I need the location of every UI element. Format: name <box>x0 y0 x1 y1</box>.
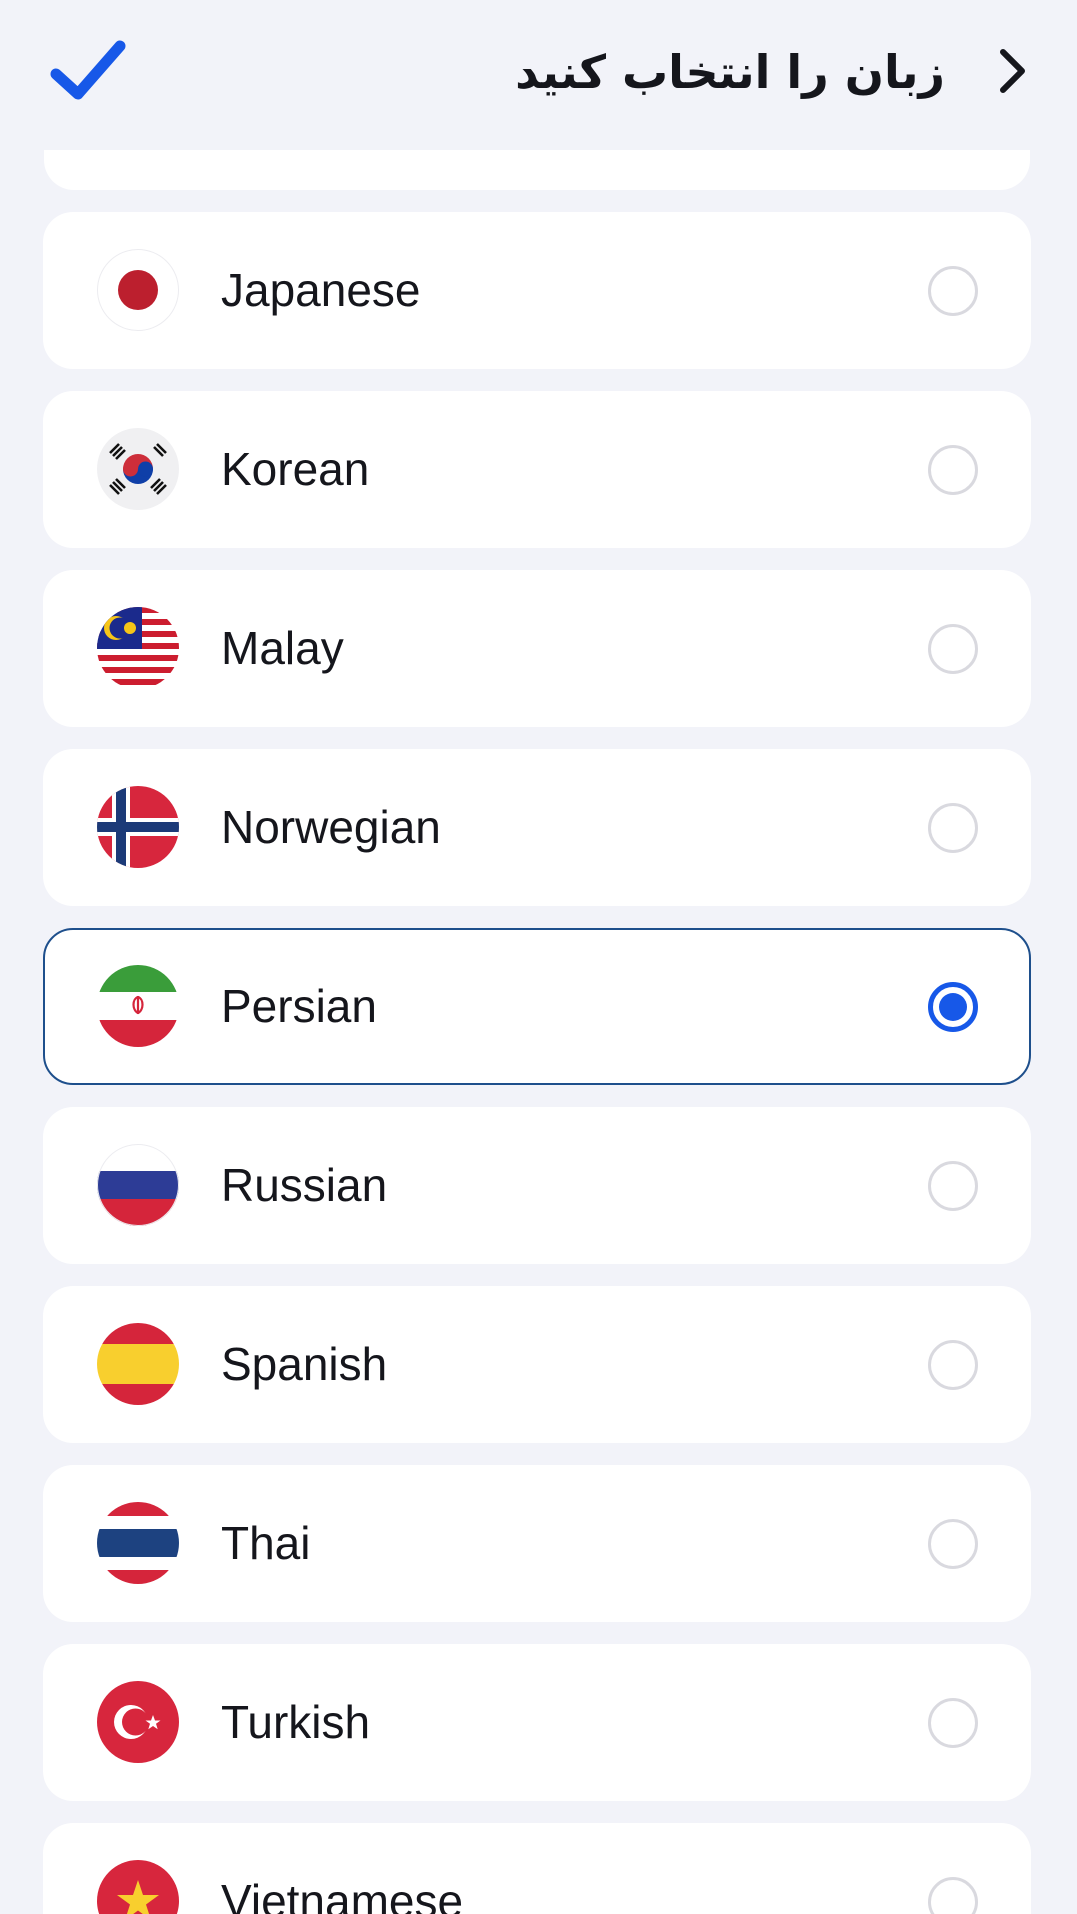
japan-flag-icon <box>97 249 179 331</box>
language-option-korean[interactable]: Korean <box>43 391 1031 548</box>
radio-button[interactable] <box>928 624 978 674</box>
language-option-malay[interactable]: Malay <box>43 570 1031 727</box>
radio-button[interactable] <box>928 266 978 316</box>
spain-flag-icon <box>97 1323 179 1405</box>
language-select-screen: زبان را انتخاب کنید Japanese Korean Mala… <box>0 0 1077 1914</box>
language-label: Malay <box>221 622 344 674</box>
thailand-flag-icon <box>97 1502 179 1584</box>
radio-button[interactable] <box>928 1698 978 1748</box>
language-option-turkish[interactable]: Turkish <box>43 1644 1031 1801</box>
language-label: Vietnamese <box>221 1875 464 1914</box>
radio-button[interactable] <box>928 803 978 853</box>
korea-flag-icon <box>97 428 179 510</box>
language-label: Russian <box>221 1159 388 1211</box>
language-label: Spanish <box>221 1338 388 1390</box>
language-option-thai[interactable]: Thai <box>43 1465 1031 1622</box>
language-label: Norwegian <box>221 801 441 853</box>
language-option-japanese[interactable]: Japanese <box>43 212 1031 369</box>
language-label: Korean <box>221 443 370 495</box>
language-label: Japanese <box>221 264 421 316</box>
language-label: Thai <box>221 1517 311 1569</box>
vietnam-flag-icon <box>97 1860 179 1914</box>
iran-flag-icon <box>97 965 179 1047</box>
radio-button[interactable] <box>928 445 978 495</box>
radio-button[interactable] <box>928 1161 978 1211</box>
language-label: Persian <box>221 980 377 1032</box>
radio-button-selected[interactable] <box>928 982 978 1032</box>
language-option-persian[interactable]: Persian <box>43 928 1031 1085</box>
language-option-russian[interactable]: Russian <box>43 1107 1031 1264</box>
language-option-spanish[interactable]: Spanish <box>43 1286 1031 1443</box>
turkey-flag-icon <box>97 1681 179 1763</box>
radio-button[interactable] <box>928 1519 978 1569</box>
norway-flag-icon <box>97 786 179 868</box>
malaysia-flag-icon <box>97 607 179 689</box>
language-option-norwegian[interactable]: Norwegian <box>43 749 1031 906</box>
list-item-partial <box>44 150 1030 190</box>
radio-button[interactable] <box>928 1877 978 1914</box>
language-list: Japanese Korean Malay Norwegian Persian … <box>0 0 1077 1914</box>
language-option-vietnamese[interactable]: Vietnamese <box>43 1823 1031 1914</box>
language-label: Turkish <box>221 1696 371 1748</box>
radio-button[interactable] <box>928 1340 978 1390</box>
russia-flag-icon <box>97 1144 179 1226</box>
